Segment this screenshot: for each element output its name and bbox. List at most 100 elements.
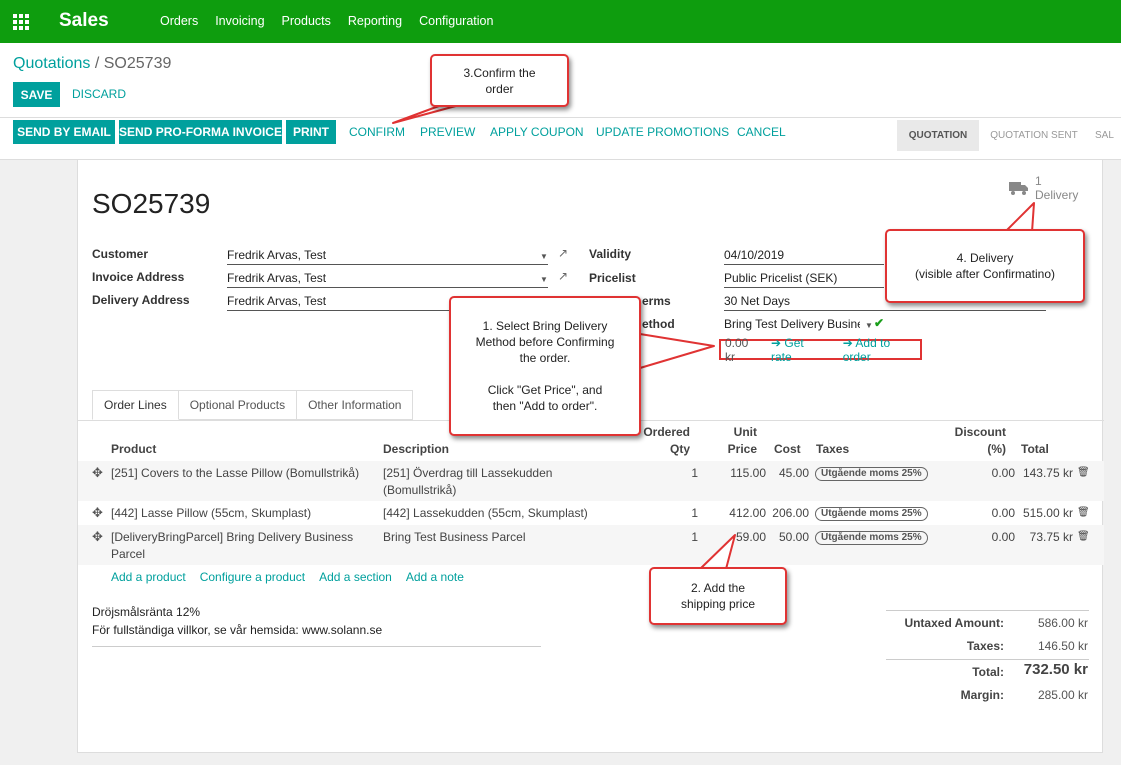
row-total: 515.00 kr [1022,506,1073,520]
get-rate-button[interactable]: ➔ Get rate [771,336,827,364]
delivery-method-dropdown-icon[interactable]: ▼ [865,321,873,330]
menu-reporting[interactable]: Reporting [348,14,402,28]
add-section-link[interactable]: Add a section [319,570,392,584]
callout-delivery-text: 4. Delivery (visible after Confirmatino) [914,251,1056,281]
tab-other-information[interactable]: Other Information [297,390,414,420]
row-product: [251] Covers to the Lasse Pillow (Bomull… [111,466,360,480]
row-qty: 1 [691,466,698,480]
drag-handle-icon[interactable]: ✥ [92,465,103,481]
delivery-count: 1 [1035,174,1042,188]
tax-badge: Utgående moms 25% [815,531,928,545]
print-button[interactable]: PRINT [286,120,336,144]
send-by-email-button[interactable]: SEND BY EMAIL [13,120,115,144]
totals-mid-divider [886,659,1089,660]
main-menu: Orders Invoicing Products Reporting Conf… [160,14,493,28]
note-line-2: För fullständiga villkor, se vår hemsida… [92,623,383,637]
menu-configuration[interactable]: Configuration [419,14,493,28]
row-unit-price: 412.00 [729,506,766,520]
row-cost: 50.00 [778,530,809,544]
configure-product-link[interactable]: Configure a product [200,570,305,584]
checkmark-icon: ✔ [874,316,885,330]
add-note-link[interactable]: Add a note [406,570,464,584]
validity-label: Validity [589,247,632,261]
stage-quotation-sent[interactable]: QUOTATION SENT [979,120,1089,151]
delivery-address-field[interactable]: Fredrik Arvas, Test [227,293,452,311]
invoice-address-field[interactable]: Fredrik Arvas, Test [227,270,548,288]
margin-value: 285.00 kr [1037,688,1088,702]
confirm-button[interactable]: CONFIRM [349,125,405,139]
validity-field[interactable]: 04/10/2019 [724,247,884,265]
shipping-amount: 0.00 kr [725,335,749,364]
table-row[interactable]: ✥ [251] Covers to the Lasse Pillow (Bomu… [78,461,1104,501]
col-header-unit-price-line2: Price [727,442,757,456]
notebook-tabs: Order Lines Optional Products Other Info… [92,390,414,420]
callout-select-method: 1. Select Bring Delivery Method before C… [449,296,641,436]
delete-row-icon[interactable]: 🗑 [1077,507,1090,518]
table-row[interactable]: ✥ [DeliveryBringParcel] Bring Delivery B… [78,525,1104,565]
col-header-discount[interactable]: Discount (%) [938,424,1006,458]
margin-label: Margin: [960,688,1004,702]
apps-menu-icon[interactable] [13,14,29,30]
col-header-product[interactable]: Product [111,441,156,458]
invoice-address-dropdown-icon[interactable]: ▼ [540,275,548,284]
col-header-description[interactable]: Description [383,441,449,458]
stage-sale[interactable]: SAL [1089,120,1121,151]
pricelist-label: Pricelist [589,271,636,285]
payment-terms-label: erms [642,294,671,308]
tab-optional-products[interactable]: Optional Products [178,390,298,420]
table-row[interactable]: ✥ [442] Lasse Pillow (55cm, Skumplast) [… [78,501,1104,525]
delivery-address-label: Delivery Address [92,293,190,307]
taxes-value: 146.50 kr [1037,639,1088,653]
drag-handle-icon[interactable]: ✥ [92,529,103,545]
discard-button[interactable]: DISCARD [72,87,126,101]
customer-external-link-icon[interactable]: ↗ [558,246,568,260]
send-proforma-invoice-button[interactable]: SEND PRO-FORMA INVOICE [119,120,282,144]
untaxed-amount-value: 586.00 kr [1037,616,1088,630]
customer-dropdown-icon[interactable]: ▼ [540,252,548,261]
col-header-ordered-qty-line2: Qty [669,442,690,456]
callout-shipping: 2. Add the shipping price [649,567,787,625]
menu-invoicing[interactable]: Invoicing [215,14,264,28]
save-button[interactable]: SAVE [13,82,60,107]
shipping-rate-box: 0.00 kr ➔ Get rate ➔ Add to order [719,336,922,364]
stage-quotation[interactable]: QUOTATION [897,120,979,151]
apply-coupon-button[interactable]: APPLY COUPON [490,125,584,139]
delete-row-icon[interactable]: 🗑 [1077,467,1090,478]
breadcrumb-quotations[interactable]: Quotations [13,55,90,72]
app-name[interactable]: Sales [59,10,109,32]
col-header-cost[interactable]: Cost [774,441,801,458]
drag-handle-icon[interactable]: ✥ [92,505,103,521]
col-header-unit-price[interactable]: Unit Price [708,424,757,458]
row-discount: 0.00 [991,506,1015,520]
arrow-right-icon: ➔ [771,335,785,350]
breadcrumb-separator: / [94,55,100,72]
cancel-button[interactable]: CANCEL [737,125,786,139]
add-product-link[interactable]: Add a product [111,570,186,584]
col-header-total[interactable]: Total [1021,441,1049,458]
customer-field[interactable]: Fredrik Arvas, Test [227,247,548,265]
col-header-discount-line1: Discount [954,425,1006,439]
menu-products[interactable]: Products [282,14,331,28]
callout-confirm-text: 3.Confirm the order [463,65,536,96]
delivery-method-label: ethod [642,317,675,331]
delivery-smart-button[interactable]: 1 Delivery [1009,174,1078,202]
status-bar: QUOTATION QUOTATION SENT SAL [897,120,1121,151]
pricelist-field[interactable]: Public Pricelist (SEK) [724,270,884,288]
invoice-address-external-link-icon[interactable]: ↗ [558,269,568,283]
invoice-address-label: Invoice Address [92,270,185,284]
update-promotions-button[interactable]: UPDATE PROMOTIONS [596,125,729,139]
tax-badge: Utgående moms 25% [815,467,928,481]
callout-select-method-text: 1. Select Bring Delivery Method before C… [475,319,615,413]
preview-button[interactable]: PREVIEW [420,125,475,139]
tax-badge: Utgående moms 25% [815,507,928,521]
row-product: [442] Lasse Pillow (55cm, Skumplast) [111,506,312,520]
row-product: [DeliveryBringParcel] Bring Delivery Bus… [111,530,354,561]
menu-orders[interactable]: Orders [160,14,198,28]
col-header-taxes[interactable]: Taxes [816,441,849,458]
add-to-order-button[interactable]: ➔ Add to order [843,336,920,364]
delivery-method-field[interactable]: Bring Test Delivery Busine: [724,316,860,334]
terms-note[interactable]: Dröjsmålsränta 12% För fullständiga vill… [92,603,382,639]
tab-order-lines[interactable]: Order Lines [92,390,179,420]
delete-row-icon[interactable]: 🗑 [1077,531,1090,542]
row-unit-price: 59.00 [735,530,766,544]
